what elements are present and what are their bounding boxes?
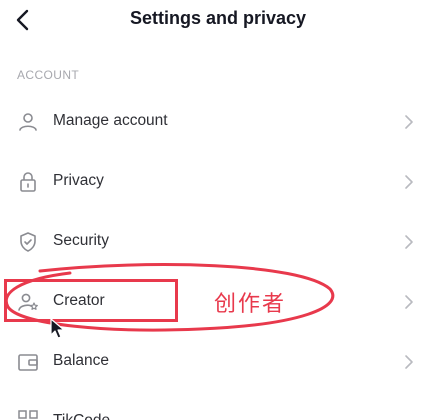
lock-icon: [20, 172, 36, 192]
creator-icon: [18, 293, 38, 311]
menu-item-security[interactable]: Security: [0, 212, 436, 272]
menu-item-privacy[interactable]: Privacy: [0, 152, 436, 212]
chevron-right-icon: [405, 115, 413, 129]
menu-item-label: TikCode: [53, 412, 110, 420]
menu-item-creator[interactable]: Creator: [0, 272, 436, 332]
menu-item-label: Creator: [53, 292, 105, 309]
menu-item-label: Security: [53, 232, 109, 249]
menu-item-label: Balance: [53, 352, 110, 369]
shield-icon: [20, 232, 36, 252]
menu-item-balance[interactable]: Balance: [0, 332, 436, 392]
person-icon: [19, 113, 37, 131]
header: Settings and privacy: [0, 0, 436, 40]
menu-item-manage-account[interactable]: Manage account: [0, 92, 436, 152]
chevron-right-icon: [405, 235, 413, 249]
menu-item-label: Manage account: [53, 112, 168, 129]
menu-item-tikcode[interactable]: TikCode: [0, 392, 436, 420]
section-label-account: ACCOUNT: [17, 68, 80, 82]
wallet-icon: [18, 354, 38, 371]
settings-menu: Manage account Privacy Security Creator …: [0, 92, 436, 392]
chevron-right-icon: [405, 295, 413, 309]
chevron-right-icon: [405, 175, 413, 189]
qr-code-icon: [18, 410, 38, 419]
menu-item-label: Privacy: [53, 172, 104, 189]
chevron-right-icon: [405, 355, 413, 369]
page-title: Settings and privacy: [129, 8, 307, 28]
